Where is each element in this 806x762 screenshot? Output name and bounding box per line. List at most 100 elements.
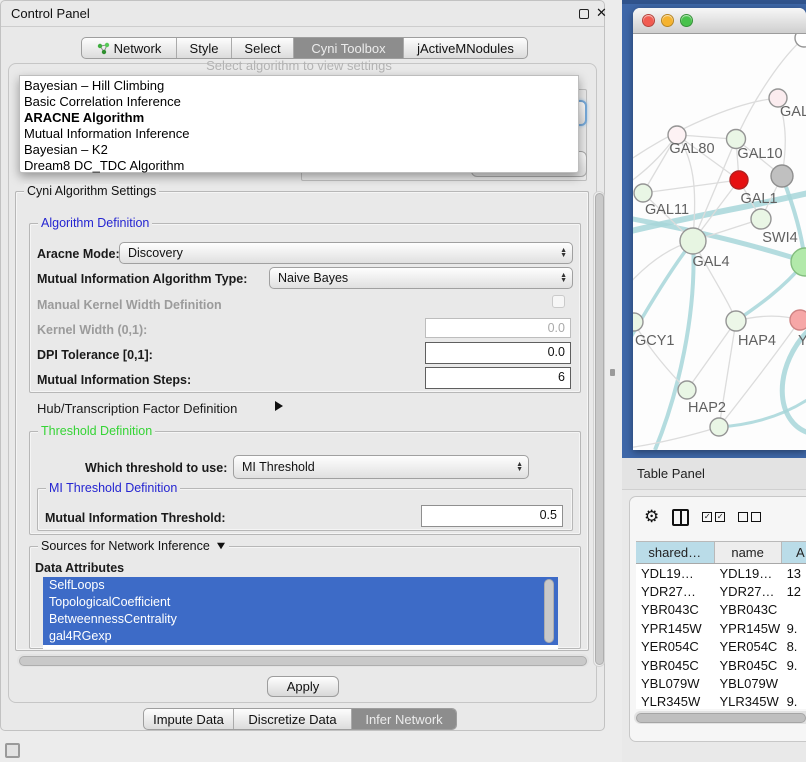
algorithm-option-bayesian-k2[interactable]: Bayesian – K2	[20, 142, 578, 158]
table-cell: 12	[782, 584, 806, 599]
algorithm-definition-title: Algorithm Definition	[38, 216, 152, 230]
attribute-list-scrollbar[interactable]	[544, 579, 554, 643]
table-row[interactable]: YPR145WYPR145W9.	[636, 619, 806, 637]
mi-type-combobox[interactable]: Naive Bayes ▲▼	[269, 267, 573, 289]
close-traffic-light-icon[interactable]	[642, 14, 655, 27]
collapse-arrow-icon[interactable]	[217, 543, 225, 549]
expand-arrow-icon[interactable]	[275, 401, 283, 411]
split-divider-handle[interactable]	[610, 369, 615, 376]
table-row[interactable]: YBR043CYBR043C	[636, 601, 806, 619]
settings-vertical-scrollbar-thumb[interactable]	[595, 193, 604, 665]
algorithm-combobox[interactable]: Select algorithm to view settings	[19, 58, 579, 74]
settings-horizontal-scrollbar-thumb[interactable]	[19, 656, 587, 666]
network-desktop: GALGAL80GAL10GAL11SWI4GAL4GCY1HAP4YHAP2G…	[622, 0, 806, 458]
table-row[interactable]: YER054CYER054C8.	[636, 638, 806, 656]
close-icon[interactable]: ✕	[596, 5, 607, 21]
network-node[interactable]	[771, 165, 793, 187]
network-node[interactable]	[730, 171, 748, 189]
minimized-panel-icon[interactable]	[5, 743, 20, 758]
network-node-gal4[interactable]	[680, 228, 706, 254]
network-canvas[interactable]: GALGAL80GAL10GAL11SWI4GAL4GCY1HAP4YHAP2G…	[633, 34, 806, 450]
kernel-width-label: Kernel Width (0,1):	[37, 323, 147, 337]
tab-infer-network[interactable]: Infer Network	[352, 709, 456, 729]
table-cell: YDR27…	[636, 584, 715, 599]
table-row[interactable]: YDL19…YDL19…13	[636, 564, 806, 582]
gear-icon[interactable]: ⚙	[644, 507, 659, 527]
network-node[interactable]	[791, 248, 806, 276]
node-label-gal4: GAL4	[692, 254, 729, 270]
hub-definition-label[interactable]: Hub/Transcription Factor Definition	[37, 401, 237, 416]
stepper-arrows-icon: ▲▼	[560, 248, 567, 258]
network-edge[interactable]	[687, 321, 736, 390]
network-node-y[interactable]	[790, 310, 806, 330]
network-node-gal11[interactable]	[634, 184, 652, 202]
network-edge[interactable]	[633, 241, 693, 344]
tab-select[interactable]: Select	[232, 38, 294, 58]
network-node[interactable]	[710, 418, 728, 436]
table-row[interactable]: YDR27…YDR27…12	[636, 582, 806, 600]
attribute-item-gal4rgexp[interactable]: gal4RGexp	[43, 628, 558, 645]
column-header-shared-[interactable]: shared…	[636, 542, 715, 563]
manual-kernel-label: Manual Kernel Width Definition	[37, 298, 222, 312]
kernel-width-field[interactable]: 0.0	[425, 318, 571, 338]
tab-cyni-toolbox[interactable]: Cyni Toolbox	[294, 38, 404, 58]
which-threshold-combobox[interactable]: MI Threshold ▲▼	[233, 455, 529, 479]
table-row[interactable]: YBR045CYBR045C9.	[636, 656, 806, 674]
table-row[interactable]: YBL079WYBL079W	[636, 674, 806, 692]
which-threshold-value: MI Threshold	[242, 460, 315, 474]
mi-threshold-field[interactable]: 0.5	[421, 505, 563, 527]
mi-steps-field[interactable]: 6	[425, 367, 571, 389]
algorithm-option-bayesian-hill-climbing[interactable]: Bayesian – Hill Climbing	[20, 78, 578, 94]
network-edge[interactable]	[643, 180, 739, 193]
aracne-mode-combobox[interactable]: Discovery ▲▼	[119, 242, 573, 264]
tab-style[interactable]: Style	[177, 38, 232, 58]
zoom-traffic-light-icon[interactable]	[680, 14, 693, 27]
network-window-titlebar[interactable]	[633, 8, 806, 34]
network-node-hap4[interactable]	[726, 311, 746, 331]
table-cell: YPR145W	[715, 621, 782, 636]
attribute-item-topologicalcoefficient[interactable]: TopologicalCoefficient	[43, 594, 558, 611]
data-attributes-label: Data Attributes	[35, 561, 124, 575]
tab-impute-data[interactable]: Impute Data	[144, 709, 234, 729]
algorithm-option-basic-correlation-inference[interactable]: Basic Correlation Inference	[20, 94, 578, 110]
table-cell: 8.	[782, 639, 806, 654]
table-cell: YDR27…	[715, 584, 782, 599]
dpi-tolerance-field[interactable]: 0.0	[425, 342, 571, 364]
attribute-item-betweennesscentrality[interactable]: BetweennessCentrality	[43, 611, 558, 628]
apply-button[interactable]: Apply	[267, 676, 339, 697]
table-panel-title: Table Panel	[637, 466, 705, 481]
network-node-swi4[interactable]	[751, 209, 771, 229]
attribute-item-selfloops[interactable]: SelfLoops	[43, 577, 558, 594]
column-header-a[interactable]: A	[782, 542, 806, 563]
tab-jactivemnodules[interactable]: jActiveMNodules	[404, 38, 527, 58]
table-row[interactable]: YLR345WYLR345W9.	[636, 693, 806, 709]
mi-threshold-group-title: MI Threshold Definition	[46, 481, 180, 495]
table-cell: YBR043C	[715, 602, 782, 617]
node-label-gcy1: GCY1	[635, 333, 675, 349]
node-label-y: Y	[798, 333, 806, 349]
table-horizontal-scrollbar-thumb[interactable]	[636, 713, 806, 723]
column-header-name[interactable]: name	[715, 542, 782, 563]
table-panel-body: ⚙ ✓✓ shared…nameAYDL19…YDL19…13YDR27…YDR…	[629, 496, 806, 742]
algorithm-option-mutual-information-inference[interactable]: Mutual Information Inference	[20, 126, 578, 142]
data-attributes-list[interactable]: SelfLoopsTopologicalCoefficientBetweenne…	[43, 577, 558, 649]
checked-boxes-icon[interactable]: ✓✓	[702, 512, 725, 522]
algorithm-option-dream8-dc-tdc-algorithm[interactable]: Dream8 DC_TDC Algorithm	[20, 158, 578, 174]
split-columns-icon[interactable]	[672, 509, 689, 526]
network-edge[interactable]	[633, 427, 719, 448]
manual-kernel-checkbox[interactable]	[552, 295, 565, 308]
table-cell: YBR045C	[636, 658, 715, 673]
table-cell: YPR145W	[636, 621, 715, 636]
control-panel-window: Control Panel ✕ NetworkStyleSelectCyni T…	[0, 0, 605, 731]
node-table[interactable]: shared…nameAYDL19…YDL19…13YDR27…YDR27…12…	[636, 541, 806, 709]
unchecked-boxes-icon[interactable]	[738, 512, 761, 522]
float-window-icon[interactable]	[579, 9, 589, 19]
tab-discretize-data[interactable]: Discretize Data	[234, 709, 352, 729]
stepper-arrows-icon: ▲▼	[560, 273, 567, 283]
minimize-traffic-light-icon[interactable]	[661, 14, 674, 27]
algorithm-option-aracne-algorithm[interactable]: ARACNE Algorithm	[20, 110, 578, 126]
stepper-arrows-icon: ▲▼	[516, 462, 523, 472]
tab-network[interactable]: Network	[82, 38, 177, 58]
network-node-hap2[interactable]	[678, 381, 696, 399]
network-edge[interactable]	[736, 38, 804, 139]
